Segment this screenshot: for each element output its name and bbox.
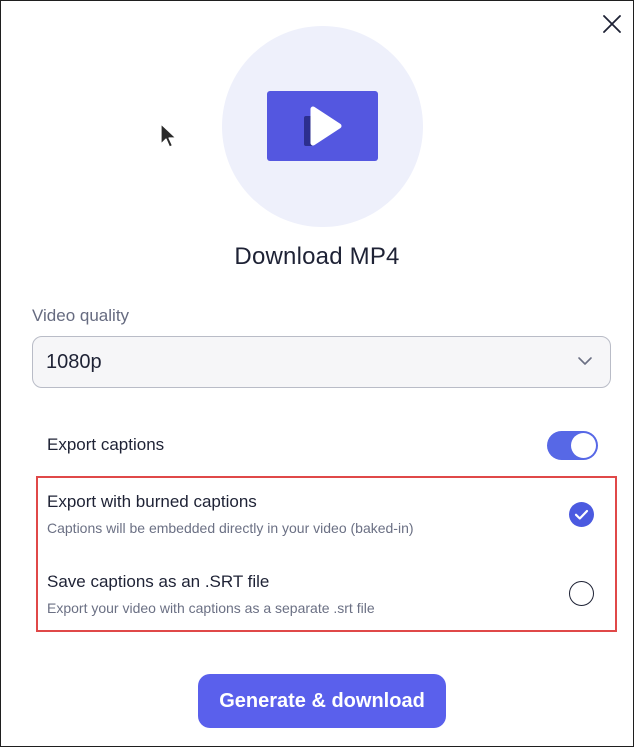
check-icon [574,509,589,520]
option-description: Captions will be embedded directly in yo… [47,520,414,536]
download-dialog: Download MP4 Video quality 1080p Export … [0,0,634,747]
video-play-icon [267,91,378,161]
generate-download-button[interactable]: Generate & download [198,674,446,728]
hero-illustration [222,26,423,227]
option-title: Export with burned captions [47,492,257,511]
export-captions-toggle[interactable] [547,431,598,460]
option-title: Save captions as an .SRT file [47,572,270,591]
export-captions-label: Export captions [47,435,165,454]
video-quality-value: 1080p [46,350,102,373]
video-quality-label: Video quality [32,306,130,325]
toggle-knob [571,433,596,458]
radio-burned-captions[interactable] [569,502,594,527]
chevron-down-icon [578,357,592,365]
video-quality-select[interactable]: 1080p [32,336,611,388]
option-srt-file[interactable]: Save captions as an .SRT file Export you… [47,572,607,630]
option-description: Export your video with captions as a sep… [47,600,375,616]
close-button[interactable] [599,11,625,37]
radio-srt-file[interactable] [569,581,594,606]
dialog-title: Download MP4 [234,243,400,270]
mouse-cursor-icon [159,122,179,152]
close-icon [603,15,621,33]
option-burned-captions[interactable]: Export with burned captions Captions wil… [47,492,607,550]
